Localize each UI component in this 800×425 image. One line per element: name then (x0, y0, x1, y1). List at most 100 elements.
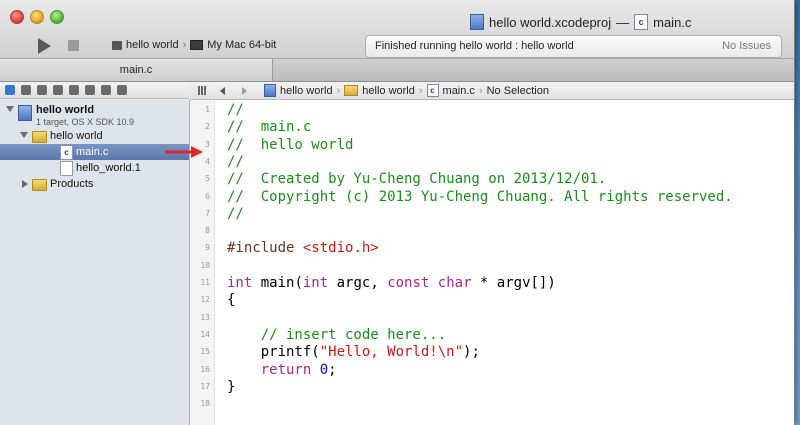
line-number: 6 (205, 191, 210, 201)
code-text[interactable]: // hello world (227, 137, 353, 153)
window-title: hello world.xcodeproj — c main.c (470, 14, 691, 30)
code-line[interactable]: 15 printf("Hello, World!\n"); (190, 342, 794, 360)
code-text[interactable]: // main.c (227, 119, 311, 135)
code-line[interactable]: 4 // (190, 152, 794, 170)
project-navigator-icon[interactable] (5, 85, 15, 95)
scheme-label: hello world (126, 39, 179, 51)
breadcrumb-project[interactable]: hello world (280, 85, 333, 97)
code-line[interactable]: 11 int main(int argc, const char * argv[]… (190, 273, 794, 291)
code-text[interactable]: printf("Hello, World!\n"); (227, 344, 480, 360)
minimize-window-button[interactable] (30, 10, 44, 24)
code-line[interactable]: 17} (190, 377, 794, 395)
tree-group-hello-world[interactable]: hello world (0, 128, 189, 144)
folder-icon (32, 179, 47, 191)
line-number: 13 (200, 312, 210, 322)
code-line[interactable]: 13 (190, 308, 794, 325)
breakpoint-navigator-icon[interactable] (101, 85, 111, 95)
line-number: 12 (200, 295, 210, 305)
code-line[interactable]: 3// hello world (190, 135, 794, 153)
activity-message: Finished running hello world : hello wor… (375, 40, 574, 52)
forward-arrow-icon[interactable] (242, 87, 247, 95)
code-line[interactable]: 6 // Copyright (c) 2013 Yu-Cheng Chuang. … (190, 187, 794, 205)
code-text[interactable]: // insert code here... (227, 327, 446, 343)
code-text[interactable]: // Copyright (c) 2013 Yu-Cheng Chuang. A… (227, 189, 733, 205)
tree-file-main-c[interactable]: c main.c (0, 144, 189, 160)
monitor-icon (190, 40, 204, 50)
line-number: 15 (200, 347, 210, 357)
window-title-file: main.c (653, 14, 692, 30)
breadcrumb: hello world › hello world › c main.c › N… (264, 84, 549, 97)
log-navigator-icon[interactable] (117, 85, 127, 95)
code-text[interactable]: { (227, 292, 235, 308)
code-line[interactable]: 5 // Created by Yu-Cheng Chuang on 2013/1… (190, 169, 794, 187)
tab-bar: main.c (0, 59, 794, 82)
code-line[interactable]: 12 { (190, 290, 794, 308)
scheme-icon (112, 40, 122, 50)
breadcrumb-selection[interactable]: No Selection (487, 85, 549, 97)
code-text[interactable]: int main(int argc, const char * argv[]) (227, 275, 556, 291)
file-label: hello_world.1 (76, 162, 141, 174)
project-name: hello world (36, 104, 95, 116)
source-editor[interactable]: 1 // 2 // main.c 3// hello world 4 // 5 // Creat… (190, 100, 794, 425)
tab-main-c[interactable]: main.c (0, 59, 273, 81)
disclosure-open-icon[interactable] (6, 106, 14, 112)
code-text[interactable]: #include <stdio.h> (227, 240, 379, 256)
destination-label: My Mac 64-bit (207, 39, 277, 51)
scheme-selector[interactable]: hello world › My Mac 64-bit (112, 39, 276, 51)
line-number: 17 (200, 381, 210, 391)
close-window-button[interactable] (10, 10, 24, 24)
breadcrumb-group[interactable]: hello world (362, 85, 415, 97)
code-line[interactable]: 8 (190, 221, 794, 238)
line-number: 4 (205, 156, 210, 166)
code-line[interactable]: 14 // insert code here... (190, 325, 794, 343)
code-text[interactable]: // (227, 154, 244, 170)
test-navigator-icon[interactable] (69, 85, 79, 95)
code-line[interactable]: 7 // (190, 204, 794, 222)
tree-file-hello-world-1[interactable]: hello_world.1 (0, 160, 189, 176)
red-arrow-annotation (165, 146, 203, 158)
related-items-icon[interactable] (198, 86, 207, 95)
code-line[interactable]: 18 (190, 394, 794, 411)
c-file-icon: c (426, 84, 439, 97)
disclosure-closed-icon[interactable] (22, 180, 28, 188)
code-text[interactable]: } (227, 379, 235, 395)
disclosure-open-icon[interactable] (20, 132, 28, 138)
zoom-window-button[interactable] (50, 10, 64, 24)
code-text[interactable]: // Created by Yu-Cheng Chuang on 2013/12… (227, 171, 606, 187)
code-line[interactable]: 2 // main.c (190, 117, 794, 135)
chevron-right-icon: › (336, 84, 341, 97)
issues-indicator[interactable]: No Issues (722, 40, 771, 52)
folder-icon (344, 85, 359, 96)
man-page-file-icon (60, 161, 73, 176)
run-button[interactable] (38, 38, 51, 54)
c-file-icon: c (60, 145, 73, 160)
project-navigator: hello world 1 target, OS X SDK 10.9 hell… (0, 100, 190, 425)
find-navigator-icon[interactable] (37, 85, 47, 95)
back-arrow-icon[interactable] (220, 87, 225, 95)
symbol-navigator-icon[interactable] (21, 85, 31, 95)
code-text[interactable]: return 0; (227, 362, 337, 378)
line-number: 5 (205, 174, 210, 184)
line-number: 2 (205, 122, 210, 132)
tree-group-products[interactable]: Products (0, 176, 189, 192)
line-number: 9 (205, 243, 210, 253)
jump-bar: hello world › hello world › c main.c › N… (190, 82, 794, 100)
code-line[interactable]: 10 (190, 256, 794, 273)
code-text[interactable]: // (227, 102, 244, 118)
code-line[interactable]: 9 #include <stdio.h> (190, 238, 794, 256)
tree-project[interactable]: hello world 1 target, OS X SDK 10.9 (0, 102, 189, 128)
code-text[interactable]: // (227, 206, 244, 222)
line-number: 8 (205, 226, 210, 236)
line-number: 1 (205, 105, 210, 114)
line-number: 7 (205, 208, 210, 218)
file-label: main.c (76, 146, 109, 158)
window-title-project: hello world.xcodeproj (489, 14, 612, 30)
code-line[interactable]: 16 return 0; (190, 360, 794, 378)
code-line[interactable]: 1 // (190, 100, 794, 118)
xcode-window: hello world.xcodeproj — c main.c hello w… (0, 0, 795, 425)
stop-button[interactable] (68, 40, 79, 51)
debug-navigator-icon[interactable] (85, 85, 95, 95)
breadcrumb-file[interactable]: main.c (443, 85, 475, 97)
xcodeproj-icon (264, 84, 276, 97)
issue-navigator-icon[interactable] (53, 85, 63, 95)
